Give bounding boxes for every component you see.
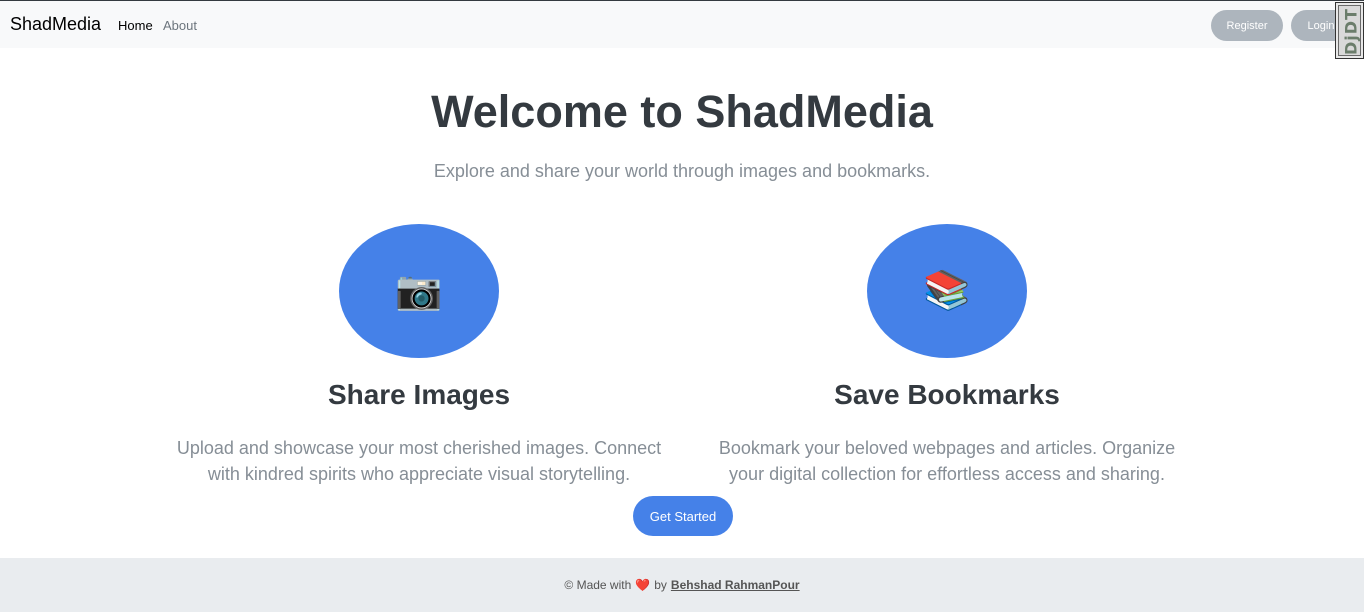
register-button[interactable]: Register xyxy=(1211,10,1283,41)
brand-link[interactable]: ShadMedia xyxy=(10,14,101,35)
debug-toolbar-label: DjDT xyxy=(1341,8,1361,55)
debug-toolbar-frame: DjDT xyxy=(1338,5,1361,56)
feature-title: Share Images xyxy=(327,379,511,410)
feature-description: Bookmark your beloved webpages and artic… xyxy=(718,438,1176,484)
feature-description: Upload and showcase your most cherished … xyxy=(176,438,662,484)
heart-icon: ❤️ xyxy=(635,578,651,592)
hero-subtitle: Explore and share your world through ima… xyxy=(433,161,931,181)
hero-title: Welcome to ShadMedia xyxy=(431,86,933,137)
footer-by: by xyxy=(654,578,667,592)
books-icon: 📚 xyxy=(923,270,971,312)
feature-icon-circle: 📷 xyxy=(339,224,499,358)
feature-save-bookmarks: 📚 Save Bookmarks Bookmark your beloved w… xyxy=(702,224,1192,487)
camera-icon: 📷 xyxy=(395,270,443,312)
footer: © Made with ❤️ by Behshad RahmanPour xyxy=(0,558,1364,612)
navbar: ShadMedia Home About Register Login DjDT xyxy=(0,0,1364,59)
feature-share-images: 📷 Share Images Upload and showcase your … xyxy=(174,224,664,487)
nav-link-about[interactable]: About xyxy=(163,18,197,33)
footer-prefix: © Made with xyxy=(564,578,632,592)
nav-link-home[interactable]: Home xyxy=(118,18,153,33)
get-started-button[interactable]: Get Started xyxy=(633,496,733,536)
author-link[interactable]: Behshad RahmanPour xyxy=(671,578,800,592)
feature-icon-circle: 📚 xyxy=(867,224,1027,358)
feature-title: Save Bookmarks xyxy=(834,379,1060,410)
debug-toolbar-handle[interactable]: DjDT xyxy=(1335,2,1364,59)
